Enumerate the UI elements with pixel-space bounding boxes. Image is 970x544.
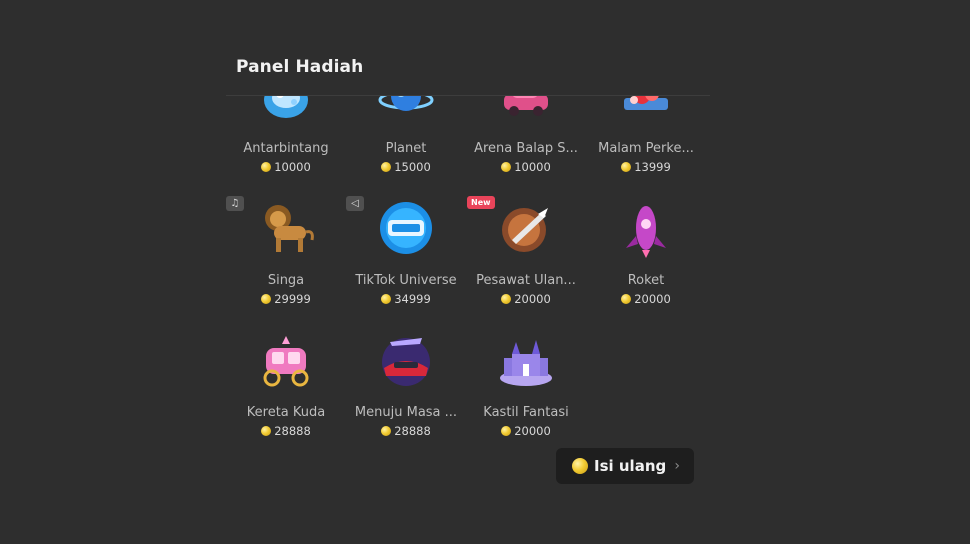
coin-icon bbox=[621, 294, 632, 304]
gift-price: 10000 bbox=[466, 160, 586, 174]
gift-price: 15000 bbox=[346, 160, 466, 174]
coin-icon bbox=[501, 294, 512, 304]
gift-item[interactable]: Menuju Masa ... 28888 bbox=[346, 328, 466, 442]
gift-item[interactable]: Planet 15000 bbox=[346, 96, 466, 194]
gift-price: 29999 bbox=[226, 292, 346, 306]
gift-price: 20000 bbox=[466, 292, 586, 306]
gift-price: 10000 bbox=[226, 160, 346, 174]
gift-name: Arena Balap S... bbox=[474, 141, 578, 156]
gift-item[interactable]: ♫ Singa 29999 bbox=[226, 196, 346, 326]
coin-icon bbox=[381, 426, 392, 436]
gift-name: TikTok Universe bbox=[355, 273, 457, 288]
gift-item[interactable]: Kastil Fantasi 20000 bbox=[466, 328, 586, 442]
chevron-right-icon: › bbox=[674, 458, 680, 474]
party-gift-icon bbox=[614, 96, 678, 128]
coin-icon bbox=[381, 162, 392, 172]
topup-button[interactable]: Isi ulang › bbox=[556, 448, 694, 484]
gift-price: 28888 bbox=[346, 424, 466, 438]
music-note-icon: ♫ bbox=[226, 196, 244, 211]
gift-item[interactable]: ◁ TikTok Universe 34999 bbox=[346, 196, 466, 326]
gift-name: Menuju Masa ... bbox=[354, 405, 458, 420]
gift-name: Kastil Fantasi bbox=[483, 405, 569, 420]
gift-price: 34999 bbox=[346, 292, 466, 306]
gift-price: 28888 bbox=[226, 424, 346, 438]
coin-icon bbox=[381, 294, 392, 304]
gift-price: 20000 bbox=[466, 424, 586, 438]
gift-grid: Antarbintang 10000 Planet 15000 Arena Ba… bbox=[226, 96, 710, 442]
coin-icon bbox=[261, 294, 272, 304]
gift-price: 20000 bbox=[586, 292, 706, 306]
gift-name: Malam Perke... bbox=[598, 141, 694, 156]
megaphone-icon: ◁ bbox=[346, 196, 364, 211]
gift-name: Singa bbox=[267, 273, 305, 288]
planet-gift-icon bbox=[374, 96, 438, 128]
gift-item[interactable]: Malam Perke... 13999 bbox=[586, 96, 706, 194]
coin-icon bbox=[572, 458, 588, 474]
gift-item[interactable]: Roket 20000 bbox=[586, 196, 706, 326]
coin-icon bbox=[261, 162, 272, 172]
coin-icon bbox=[261, 426, 272, 436]
race-car-gift-icon bbox=[494, 96, 558, 128]
galaxy-gift-icon bbox=[254, 96, 318, 128]
new-badge: New bbox=[467, 196, 495, 209]
gift-item[interactable]: Arena Balap S... 10000 bbox=[466, 96, 586, 194]
topup-label: Isi ulang bbox=[594, 457, 667, 475]
rocket-gift-icon bbox=[614, 196, 678, 260]
gift-panel: Panel Hadiah Antarbintang 10000 Planet 1… bbox=[0, 0, 970, 544]
coin-icon bbox=[501, 426, 512, 436]
gift-name: Pesawat Ulan... bbox=[476, 273, 576, 288]
castle-gift-icon bbox=[494, 328, 558, 392]
gift-item[interactable]: New Pesawat Ulan... 20000 bbox=[466, 196, 586, 326]
coin-icon bbox=[621, 162, 632, 172]
gift-item[interactable]: Kereta Kuda 28888 bbox=[226, 328, 346, 442]
gift-name: Antarbintang bbox=[243, 141, 329, 156]
future-car-gift-icon bbox=[374, 328, 438, 392]
gift-name: Kereta Kuda bbox=[246, 405, 326, 420]
gift-name: Roket bbox=[627, 273, 665, 288]
gift-price: 13999 bbox=[586, 160, 706, 174]
gift-name: Planet bbox=[385, 141, 427, 156]
lion-gift-icon bbox=[254, 196, 318, 260]
space-shuttle-gift-icon bbox=[494, 196, 558, 260]
panel-title: Panel Hadiah bbox=[236, 57, 364, 77]
coin-icon bbox=[501, 162, 512, 172]
carriage-gift-icon bbox=[254, 328, 318, 392]
tiktok-universe-gift-icon bbox=[374, 196, 438, 260]
gift-item[interactable]: Antarbintang 10000 bbox=[226, 96, 346, 194]
